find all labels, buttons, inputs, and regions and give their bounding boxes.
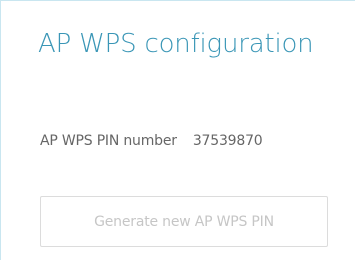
generate-wps-pin-button[interactable]: Generate new AP WPS PIN <box>40 196 328 247</box>
ap-wps-pin-row: AP WPS PIN number 37539870 <box>40 133 263 149</box>
pin-value: 37539870 <box>192 133 263 149</box>
panel-title: AP WPS configuration <box>38 29 314 59</box>
pin-label: AP WPS PIN number <box>40 133 177 149</box>
wps-config-panel: AP WPS configuration AP WPS PIN number 37… <box>0 0 355 260</box>
